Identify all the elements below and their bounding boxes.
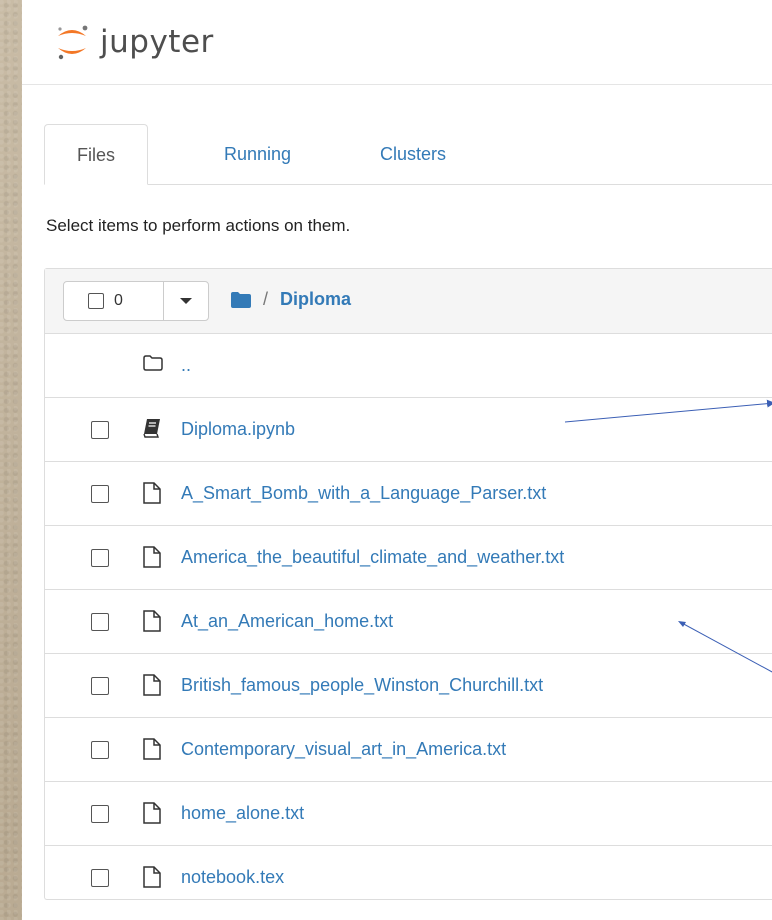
file-icon: [143, 802, 161, 829]
file-link[interactable]: A_Smart_Bomb_with_a_Language_Parser.txt: [181, 483, 546, 504]
file-icon: [143, 482, 161, 509]
item-checkbox[interactable]: [91, 421, 109, 439]
parent-dir-row[interactable]: ..: [45, 334, 772, 398]
file-icon: [143, 866, 161, 893]
logo-text: jupyter: [100, 23, 214, 60]
jupyter-logo-icon: [58, 25, 88, 60]
tab-clusters[interactable]: Clusters: [348, 124, 478, 184]
selection-hint: Select items to perform actions on them.: [46, 216, 351, 235]
select-all-checkbox[interactable]: [88, 293, 104, 309]
list-item[interactable]: home_alone.txt: [45, 782, 772, 846]
breadcrumb-separator: /: [263, 289, 269, 309]
header: jupyter: [22, 0, 772, 85]
list-item[interactable]: notebook.tex: [45, 846, 772, 909]
list-item[interactable]: At_an_American_home.txt: [45, 590, 772, 654]
file-link[interactable]: British_famous_people_Winston_Churchill.…: [181, 675, 543, 696]
item-checkbox[interactable]: [91, 805, 109, 823]
file-link[interactable]: notebook.tex: [181, 867, 284, 888]
select-all-button[interactable]: 0: [64, 282, 164, 320]
file-icon: [143, 610, 161, 637]
item-checkbox[interactable]: [91, 549, 109, 567]
item-checkbox[interactable]: [91, 613, 109, 631]
item-checkbox[interactable]: [91, 677, 109, 695]
file-icon: [143, 546, 161, 573]
list-item[interactable]: British_famous_people_Winston_Churchill.…: [45, 654, 772, 718]
list-item[interactable]: America_the_beautiful_climate_and_weathe…: [45, 526, 772, 590]
item-checkbox[interactable]: [91, 741, 109, 759]
parent-dir-link[interactable]: ..: [181, 355, 191, 376]
breadcrumb-folder-link[interactable]: Diploma: [280, 289, 351, 310]
jupyter-page: jupyter Files Running Clusters Select it…: [22, 0, 772, 920]
list-item[interactable]: Diploma.ipynb: [45, 398, 772, 462]
select-dropdown-button[interactable]: [164, 282, 208, 320]
notebook-icon: [143, 418, 161, 443]
tab-bar: Files Running Clusters: [44, 124, 772, 185]
tab-files[interactable]: Files: [44, 124, 149, 185]
file-link[interactable]: home_alone.txt: [181, 803, 304, 824]
list-item[interactable]: A_Smart_Bomb_with_a_Language_Parser.txt: [45, 462, 772, 526]
file-link[interactable]: America_the_beautiful_climate_and_weathe…: [181, 547, 564, 568]
tab-running[interactable]: Running: [192, 124, 323, 184]
jupyter-logo[interactable]: jupyter: [52, 20, 214, 64]
breadcrumb: / Diploma: [231, 289, 351, 310]
list-item[interactable]: Contemporary_visual_art_in_America.txt: [45, 718, 772, 782]
file-link[interactable]: Diploma.ipynb: [181, 419, 295, 440]
file-link[interactable]: At_an_American_home.txt: [181, 611, 393, 632]
select-all-group: 0: [63, 281, 209, 321]
folder-icon[interactable]: [231, 291, 251, 308]
list-toolbar: 0 / Diploma: [45, 269, 772, 334]
item-checkbox[interactable]: [91, 485, 109, 503]
file-list: 0 / Diploma .. Diploma.ipynb A_Smart_Bom…: [44, 268, 772, 900]
caret-down-icon: [180, 298, 192, 304]
file-icon: [143, 674, 161, 701]
file-icon: [143, 738, 161, 765]
selected-count: 0: [114, 292, 123, 309]
folder-open-icon: [143, 355, 163, 376]
item-checkbox[interactable]: [91, 869, 109, 887]
file-link[interactable]: Contemporary_visual_art_in_America.txt: [181, 739, 506, 760]
